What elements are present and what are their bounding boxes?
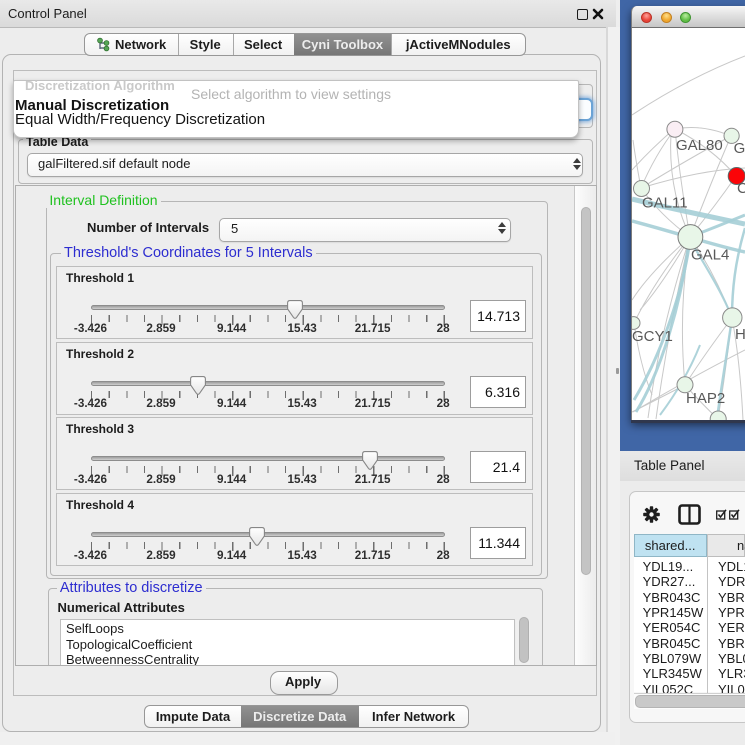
svg-text:GAL80: GAL80 xyxy=(676,137,723,154)
svg-text:GCY1: GCY1 xyxy=(632,328,673,345)
svg-text:GAL4: GAL4 xyxy=(691,247,729,264)
svg-text:GAL11: GAL11 xyxy=(642,195,688,212)
svg-text:C: C xyxy=(737,180,745,197)
svg-text:H: H xyxy=(735,326,745,343)
svg-text:HAP2: HAP2 xyxy=(686,390,725,407)
svg-text:GA: GA xyxy=(734,140,745,157)
